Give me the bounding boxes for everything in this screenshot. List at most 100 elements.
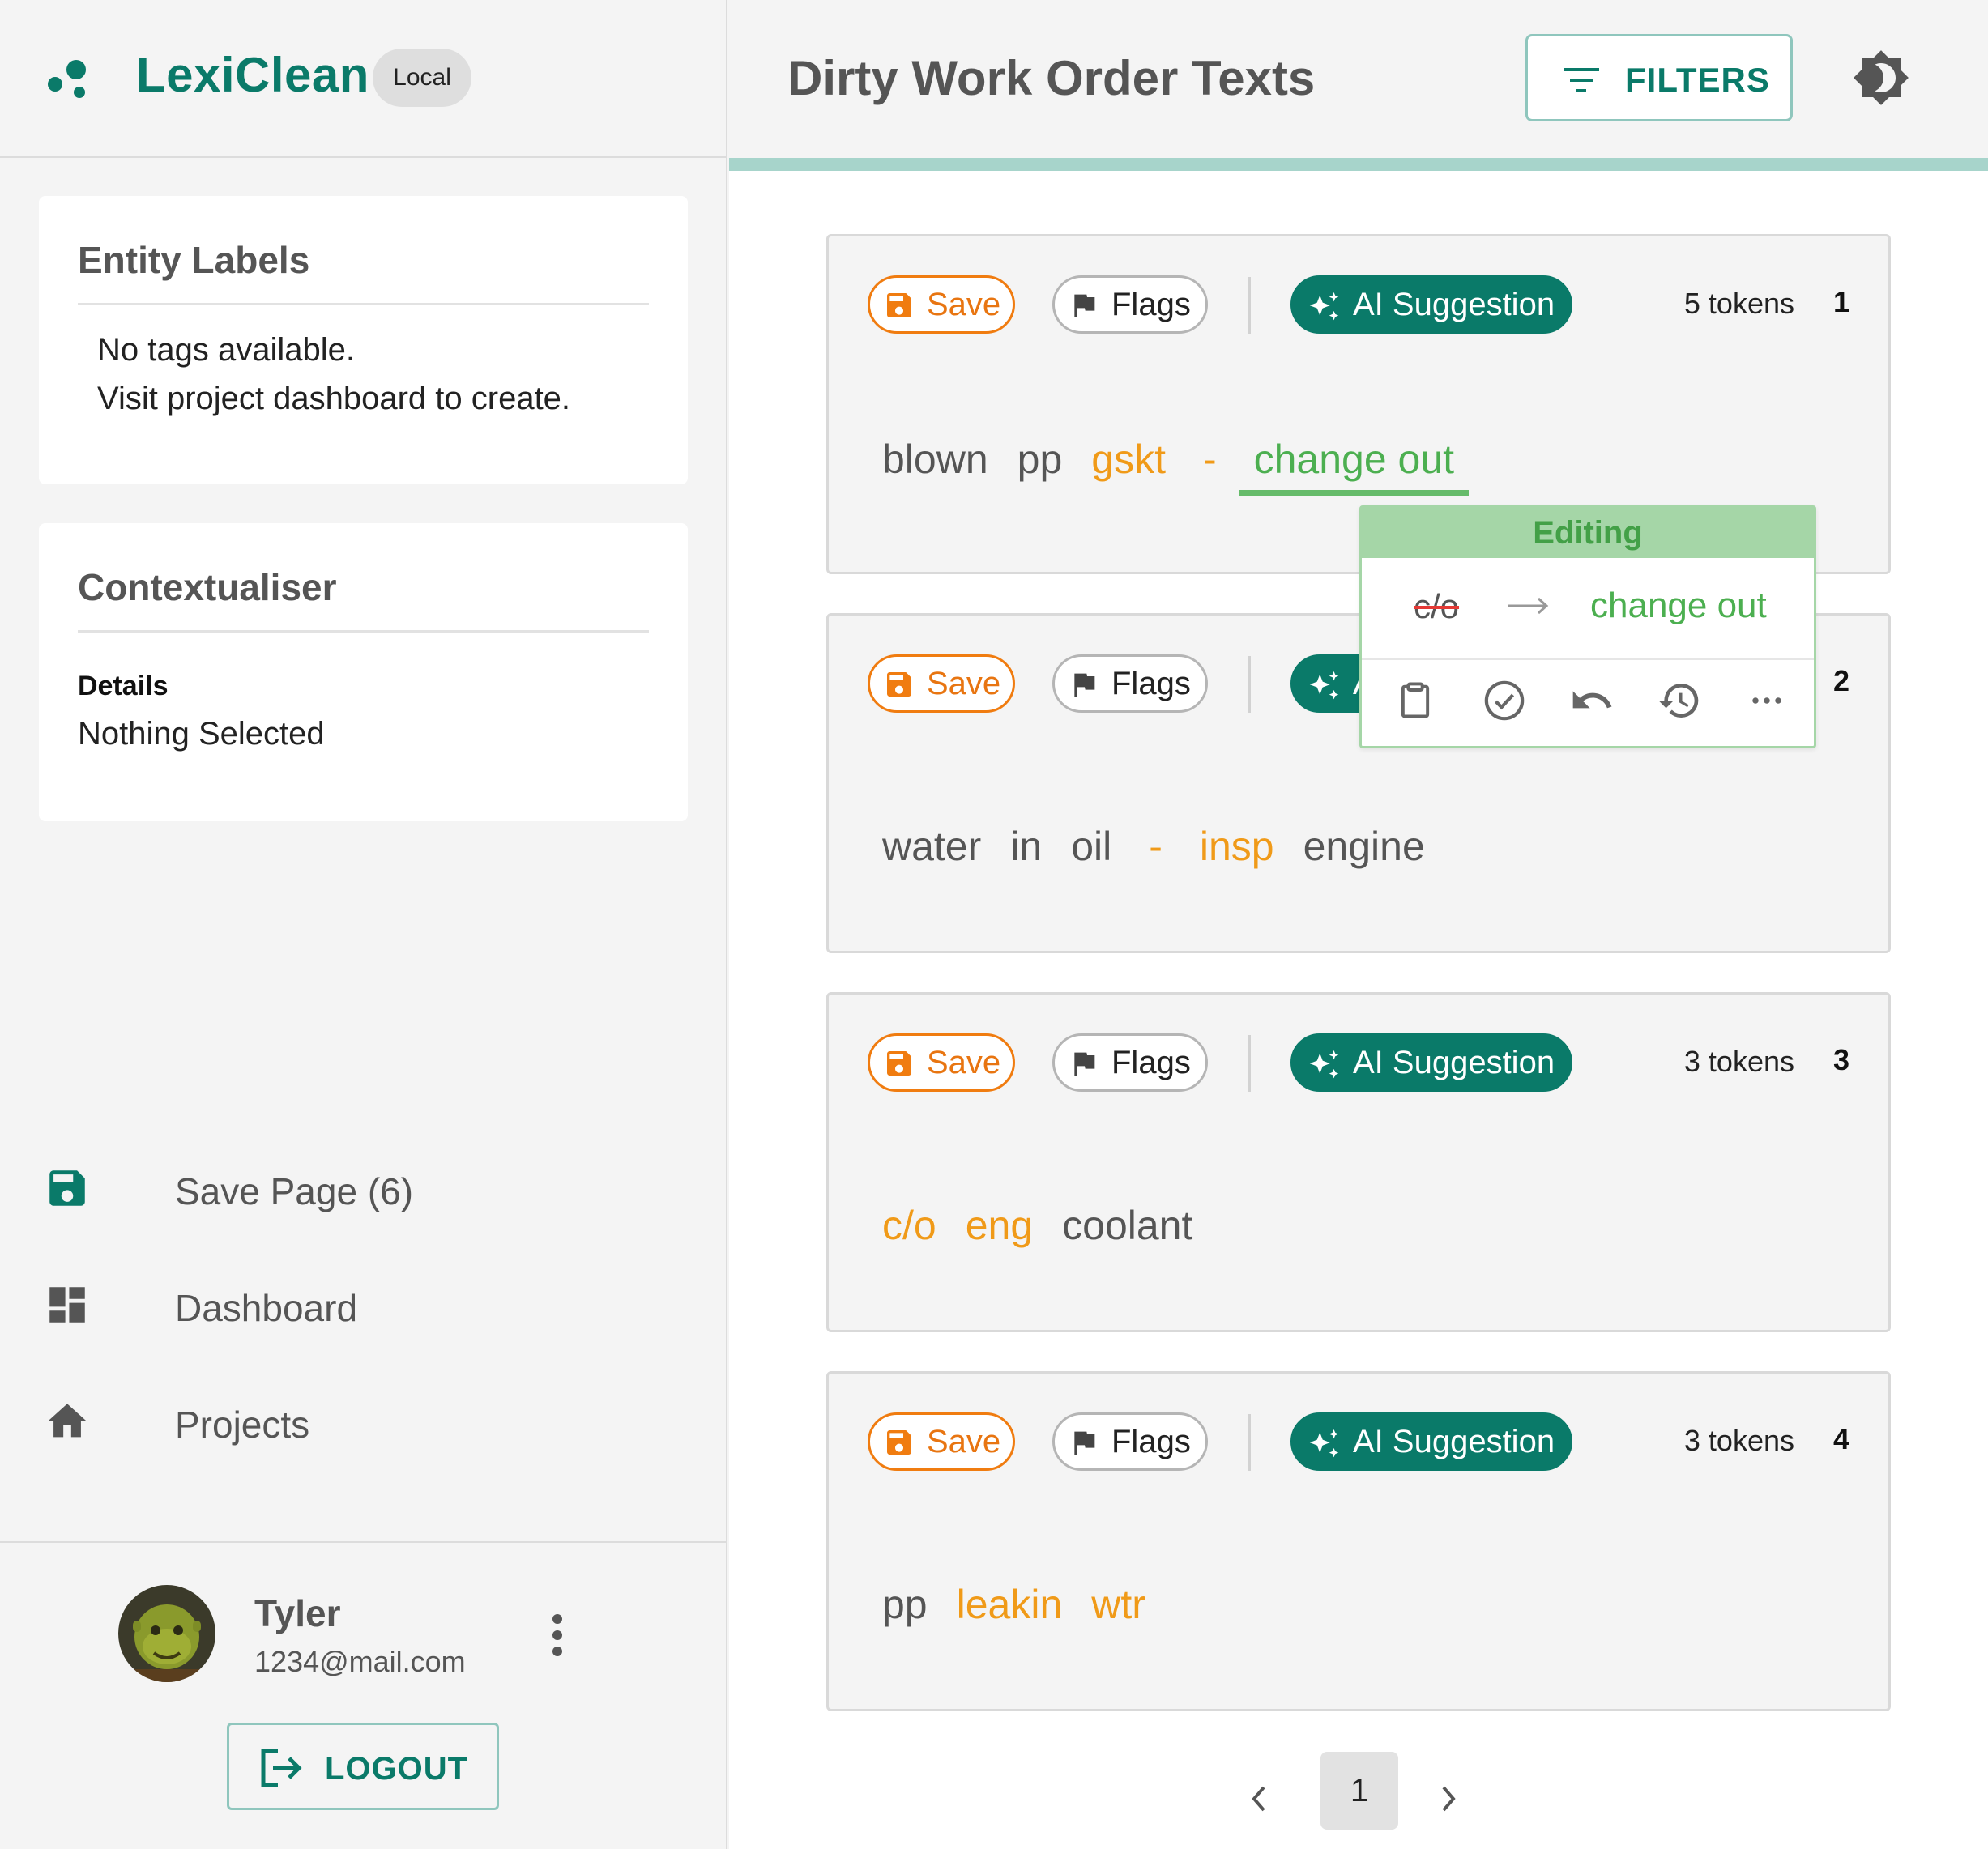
app-name[interactable]: LexiClean (136, 47, 369, 103)
page-title: Dirty Work Order Texts (787, 51, 1316, 105)
token-unknown[interactable]: leakin (942, 1576, 1077, 1641)
entity-labels-panel: Entity Labels No tags available. Visit p… (39, 196, 688, 484)
flags-button[interactable]: Flags (1052, 654, 1208, 713)
more-vertical-icon[interactable] (548, 1613, 567, 1658)
logout-button[interactable]: LOGOUT (227, 1723, 499, 1810)
sparkle-icon (1306, 1426, 1343, 1463)
flag-icon (1068, 1047, 1100, 1080)
token-count: 3 tokens (1683, 1045, 1794, 1078)
previous-page-icon[interactable] (1248, 1783, 1269, 1815)
save-label: Save (927, 1424, 1001, 1459)
mode-badge: Local (373, 49, 471, 107)
lexiclean-logo-icon[interactable] (45, 57, 91, 102)
save-button[interactable]: Save (868, 275, 1015, 334)
token-replaced[interactable]: change out (1239, 431, 1470, 496)
flag-icon (1068, 289, 1100, 322)
logout-label: LOGOUT (325, 1751, 469, 1787)
editing-header: Editing (1362, 508, 1814, 558)
contextualiser-panel: Contextualiser Details Nothing Selected (39, 523, 688, 821)
toolbar-divider (1248, 1414, 1251, 1471)
text-index: 4 (1832, 1422, 1849, 1455)
token-unknown[interactable]: c/o (868, 1197, 951, 1262)
sidebar-item-save-page[interactable]: Save Page (6) (39, 1153, 671, 1226)
token[interactable]: pp (868, 1576, 942, 1641)
token[interactable]: coolant (1047, 1197, 1207, 1262)
token-count: 3 tokens (1683, 1424, 1794, 1457)
token-row: c/o eng coolant (868, 1197, 1207, 1254)
ai-suggestion-button[interactable]: AI Suggestion (1290, 1412, 1572, 1471)
avatar[interactable] (118, 1585, 215, 1682)
save-icon (883, 1426, 915, 1459)
check-circle-icon[interactable] (1482, 678, 1527, 723)
sparkle-icon (1306, 289, 1343, 326)
save-progress-bar (729, 158, 1988, 171)
token-unknown[interactable]: wtr (1077, 1576, 1160, 1641)
ai-suggestion-button[interactable]: AI Suggestion (1290, 275, 1572, 334)
sidebar-item-label: Dashboard (175, 1287, 358, 1329)
entity-labels-title: Entity Labels (78, 239, 310, 281)
flags-button[interactable]: Flags (1052, 275, 1208, 334)
toolbar-divider (1248, 277, 1251, 334)
clipboard-icon[interactable] (1394, 678, 1436, 723)
replacement-token: change out (1590, 586, 1767, 625)
save-label: Save (927, 287, 1001, 322)
home-icon (44, 1398, 91, 1445)
user-email: 1234@mail.com (254, 1645, 466, 1678)
ai-suggestion-button[interactable]: AI Suggestion (1290, 1033, 1572, 1092)
arrow-right-icon (1506, 595, 1551, 616)
token-unknown[interactable]: - (1126, 818, 1185, 883)
details-value: Nothing Selected (78, 716, 325, 752)
save-label: Save (927, 1045, 1001, 1080)
panel-divider (78, 303, 649, 305)
sparkle-icon (1306, 668, 1343, 705)
flags-button[interactable]: Flags (1052, 1412, 1208, 1471)
token-unknown[interactable]: - (1180, 431, 1239, 496)
contextualiser-title: Contextualiser (78, 566, 337, 608)
save-button[interactable]: Save (868, 1412, 1015, 1471)
token[interactable]: pp (1003, 431, 1077, 496)
token[interactable]: in (996, 818, 1056, 883)
popover-divider (1362, 658, 1814, 660)
save-button[interactable]: Save (868, 1033, 1015, 1092)
filter-icon (1562, 66, 1601, 95)
flag-icon (1068, 1426, 1100, 1459)
token-unknown[interactable]: insp (1185, 818, 1289, 883)
logout-icon (258, 1748, 304, 1788)
flag-icon (1068, 668, 1100, 701)
ai-suggestion-label: AI Suggestion (1353, 1424, 1555, 1459)
flags-label: Flags (1111, 287, 1191, 322)
text-index: 3 (1832, 1043, 1849, 1076)
token[interactable]: water (868, 818, 996, 883)
history-icon[interactable] (1657, 678, 1702, 723)
editing-popover: Editing c/o change out (1359, 505, 1816, 748)
user-area: Tyler 1234@mail.com LOGOUT (0, 1541, 726, 1849)
text-index: 2 (1832, 664, 1849, 697)
more-horizontal-icon[interactable] (1744, 678, 1790, 723)
user-name: Tyler (254, 1592, 341, 1634)
token[interactable]: engine (1289, 818, 1440, 883)
text-card-3: Save Flags AI Suggestion 3 tokens 3 c/o … (826, 992, 1891, 1332)
toolbar-divider (1248, 656, 1251, 713)
sidebar-item-dashboard[interactable]: Dashboard (39, 1270, 671, 1343)
token[interactable]: oil (1056, 818, 1126, 883)
next-page-icon[interactable] (1439, 1783, 1460, 1815)
token-unknown[interactable]: gskt (1077, 431, 1180, 496)
details-label: Details (78, 671, 169, 701)
save-icon (883, 1047, 915, 1080)
sidebar: LexiClean Local Entity Labels No tags av… (0, 0, 727, 1849)
flags-button[interactable]: Flags (1052, 1033, 1208, 1092)
token-unknown[interactable]: eng (951, 1197, 1047, 1262)
texts-list: Save Flags AI Suggestion 5 tokens 1 blow… (729, 171, 1988, 1849)
token-row: water in oil - insp engine (868, 818, 1440, 875)
undo-icon[interactable] (1569, 678, 1615, 723)
page-number-button[interactable]: 1 (1320, 1752, 1398, 1830)
token[interactable]: blown (868, 431, 1003, 496)
top-bar: Dirty Work Order Texts FILTERS (729, 0, 1988, 158)
brightness-icon[interactable] (1852, 49, 1910, 107)
filters-button[interactable]: FILTERS (1525, 34, 1793, 121)
panel-divider (78, 630, 649, 633)
save-icon (883, 289, 915, 322)
save-button[interactable]: Save (868, 654, 1015, 713)
sidebar-item-projects[interactable]: Projects (39, 1387, 671, 1459)
token-count: 5 tokens (1683, 287, 1794, 320)
